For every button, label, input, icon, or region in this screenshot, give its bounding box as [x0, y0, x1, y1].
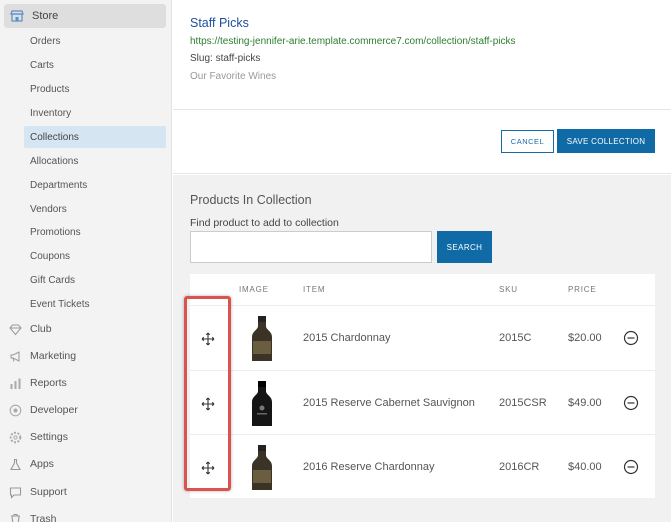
product-price: $20.00 — [568, 332, 602, 344]
table-row: 2015 Reserve Cabernet Sauvignon 2015CSR … — [190, 370, 655, 435]
collection-slug: Slug: staff-picks — [190, 53, 261, 64]
find-product-label: Find product to add to collection — [190, 217, 339, 229]
sidebar-item-apps[interactable]: Apps — [8, 453, 166, 475]
product-price: $40.00 — [568, 461, 602, 473]
wine-bottle-image — [252, 316, 272, 361]
search-button[interactable]: SEARCH — [437, 231, 492, 263]
product-sku: 2016CR — [499, 461, 540, 473]
sidebar-item-developer[interactable]: Developer — [8, 399, 166, 421]
flask-icon — [8, 457, 22, 471]
sidebar-item-orders[interactable]: Orders — [24, 30, 166, 52]
products-table: IMAGE ITEM SKU PRICE 2015 Chardonnay 201… — [190, 274, 655, 498]
product-sku: 2015C — [499, 332, 532, 344]
collection-summary: Staff Picks https://testing-jennifer-ari… — [173, 0, 671, 110]
product-sku: 2015CSR — [499, 397, 547, 409]
sidebar-item-marketing[interactable]: Marketing — [8, 345, 166, 367]
products-in-collection-section: Products In Collection Find product to a… — [173, 175, 671, 522]
sidebar-item-label: Store — [32, 10, 59, 22]
drag-handle-icon[interactable] — [199, 395, 217, 413]
save-collection-button[interactable]: SAVE COLLECTION — [557, 129, 655, 153]
product-price: $49.00 — [568, 397, 602, 409]
sidebar-item-settings[interactable]: Settings — [8, 426, 166, 448]
chart-icon — [8, 376, 22, 390]
sidebar-item-inventory[interactable]: Inventory — [24, 102, 166, 124]
sidebar-item-support[interactable]: Support — [8, 481, 166, 503]
collection-url[interactable]: https://testing-jennifer-arie.template.c… — [190, 36, 516, 47]
product-item-name: 2015 Chardonnay — [303, 332, 391, 344]
section-title: Products In Collection — [190, 193, 312, 207]
sidebar-item-store[interactable]: Store — [4, 4, 166, 28]
sidebar-item-label: Apps — [30, 458, 54, 470]
trash-icon — [8, 512, 22, 522]
sidebar-item-gift-cards[interactable]: Gift Cards — [24, 269, 166, 291]
collection-title-link[interactable]: Staff Picks — [190, 16, 249, 30]
megaphone-icon — [8, 349, 22, 363]
sidebar: Store Orders Carts Products Inventory Co… — [0, 0, 172, 522]
store-icon — [10, 9, 24, 23]
product-item-name: 2016 Reserve Chardonnay — [303, 461, 435, 473]
sidebar-item-promotions[interactable]: Promotions — [24, 221, 166, 243]
remove-product-icon[interactable] — [623, 459, 639, 475]
drag-handle-icon[interactable] — [199, 330, 217, 348]
collection-description: Our Favorite Wines — [190, 71, 277, 82]
sidebar-item-label: Club — [30, 323, 52, 335]
cancel-button[interactable]: CANCEL — [501, 130, 554, 153]
sidebar-item-club[interactable]: Club — [8, 318, 166, 340]
gear-icon — [8, 430, 22, 444]
column-header-price: PRICE — [568, 285, 597, 294]
column-header-image: IMAGE — [239, 285, 269, 294]
sidebar-item-label: Support — [30, 486, 67, 498]
wine-bottle-image — [252, 445, 272, 490]
developer-icon — [8, 403, 22, 417]
sidebar-item-reports[interactable]: Reports — [8, 372, 166, 394]
column-header-sku: SKU — [499, 285, 518, 294]
wine-bottle-image — [252, 381, 272, 426]
product-search-input[interactable] — [190, 231, 432, 263]
product-item-name: 2015 Reserve Cabernet Sauvignon — [303, 397, 475, 409]
sidebar-item-label: Developer — [30, 404, 78, 416]
column-header-item: ITEM — [303, 285, 326, 294]
sidebar-item-departments[interactable]: Departments — [24, 174, 166, 196]
sidebar-item-label: Reports — [30, 377, 67, 389]
sidebar-item-carts[interactable]: Carts — [24, 54, 166, 76]
sidebar-item-trash[interactable]: Trash — [8, 508, 166, 522]
sidebar-item-label: Trash — [30, 513, 57, 522]
sidebar-item-label: Marketing — [30, 350, 77, 362]
sidebar-item-vendors[interactable]: Vendors — [24, 198, 166, 220]
chat-icon — [8, 485, 22, 499]
table-row: 2015 Chardonnay 2015C $20.00 — [190, 305, 655, 370]
table-row: 2016 Reserve Chardonnay 2016CR $40.00 — [190, 434, 655, 499]
sidebar-item-event-tickets[interactable]: Event Tickets — [24, 293, 166, 315]
sidebar-item-allocations[interactable]: Allocations — [24, 150, 166, 172]
diamond-icon — [8, 322, 22, 336]
sidebar-item-collections[interactable]: Collections — [24, 126, 166, 148]
remove-product-icon[interactable] — [623, 330, 639, 346]
action-bar: CANCEL SAVE COLLECTION — [173, 110, 671, 174]
sidebar-item-label: Settings — [30, 431, 68, 443]
drag-handle-icon[interactable] — [199, 459, 217, 477]
remove-product-icon[interactable] — [623, 395, 639, 411]
sidebar-item-coupons[interactable]: Coupons — [24, 245, 166, 267]
sidebar-item-products[interactable]: Products — [24, 78, 166, 100]
